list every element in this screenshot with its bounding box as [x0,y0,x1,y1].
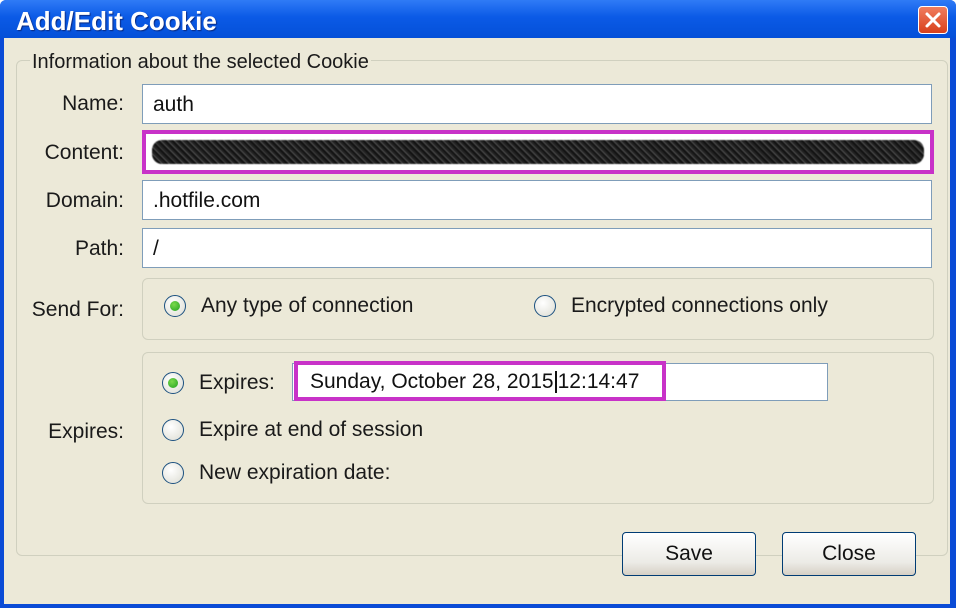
domain-field[interactable]: .hotfile.com [142,180,932,220]
expiration-time-text: 12:14:47 [557,370,640,393]
title-bar[interactable]: Add/Edit Cookie [0,0,956,38]
radio-unchecked-icon[interactable] [162,462,184,484]
expiration-date-text: Sunday, October 28, 2015 [310,370,554,393]
send-for-label: Send For: [31,298,124,321]
dialog-window: Add/Edit Cookie Information about the se… [0,0,956,608]
name-field[interactable]: auth [142,84,932,124]
close-x-icon [925,12,941,28]
close-button[interactable]: Close [782,532,916,576]
dialog-client-area: Information about the selected Cookie Na… [4,38,950,604]
content-field[interactable] [142,130,934,174]
send-for-any-option[interactable]: Any type of connection [164,294,413,318]
radio-unchecked-icon[interactable] [162,419,184,441]
new-expiration-option[interactable]: New expiration date: [162,461,390,485]
window-title: Add/Edit Cookie [16,6,217,36]
cookie-info-group-legend: Information about the selected Cookie [30,51,371,74]
path-label: Path: [74,237,124,260]
name-label: Name: [62,92,124,115]
radio-checked-icon[interactable] [162,372,184,394]
radio-checked-icon[interactable] [164,295,186,317]
close-window-button[interactable] [918,6,948,34]
text-caret [554,371,557,394]
expiration-date-value[interactable]: Sunday, October 28, 2015 12:14:47 [294,361,666,401]
expires-label: Expires: [48,420,124,443]
expire-session-label: Expire at end of session [199,418,424,441]
send-for-any-label: Any type of connection [201,294,414,317]
send-for-encrypted-option[interactable]: Encrypted connections only [534,294,828,318]
content-redaction-scribble [152,140,924,164]
expires-date-option-label: Expires: [199,371,275,394]
send-for-encrypted-label: Encrypted connections only [571,294,828,317]
path-field[interactable]: / [142,228,932,268]
radio-unchecked-icon[interactable] [534,295,556,317]
content-label: Content: [44,141,124,164]
save-button[interactable]: Save [622,532,756,576]
expires-date-option[interactable]: Expires: [162,371,275,395]
expire-session-option[interactable]: Expire at end of session [162,418,423,442]
domain-label: Domain: [45,189,124,212]
new-expiration-label: New expiration date: [199,461,391,484]
